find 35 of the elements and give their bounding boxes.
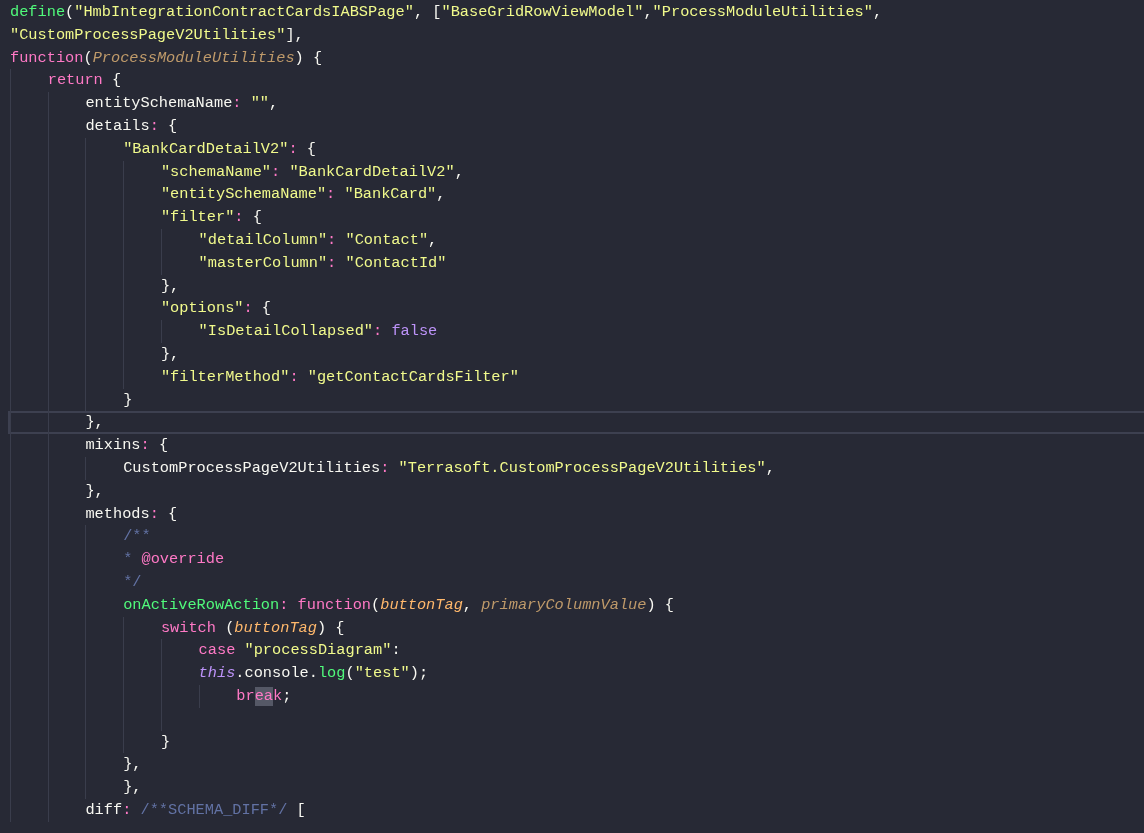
code-line: return {	[8, 69, 1144, 93]
code-line: "schemaName": "BankCardDetailV2",	[8, 160, 1144, 184]
code-line: /**	[8, 525, 1144, 549]
code-line: "BankCardDetailV2": {	[8, 137, 1144, 161]
code-line: "entitySchemaName": "BankCard",	[8, 183, 1144, 207]
code-line: case "processDiagram":	[8, 639, 1144, 663]
code-line: "filterMethod": "getContactCardsFilter"	[8, 365, 1144, 389]
code-line: "detailColumn": "Contact",	[8, 228, 1144, 252]
code-line: * @override	[8, 548, 1144, 571]
code-line: "masterColumn": "ContactId"	[8, 251, 1144, 275]
code-line: },	[8, 753, 1144, 777]
code-line: },	[8, 479, 1144, 503]
code-line: "options": {	[8, 297, 1144, 321]
code-line: mixins: {	[8, 434, 1144, 457]
code-line: onActiveRowAction: function(buttonTag, primaryColumnValue) {	[8, 593, 1144, 617]
code-line: "CustomProcessPageV2Utilities"],	[9, 24, 305, 46]
code-line: switch (buttonTag) {	[8, 616, 1144, 640]
code-line: entitySchemaName: "",	[8, 92, 1144, 115]
code-line: this.console.log("test");	[8, 662, 1144, 685]
code-line: "filter": {	[8, 206, 1144, 229]
code-line: },	[8, 342, 1144, 366]
code-line: details: {	[8, 115, 1144, 138]
code-line: "IsDetailCollapsed": false	[8, 320, 1144, 343]
code-line: }	[8, 388, 1144, 412]
code-line: function(ProcessModuleUtilities) {	[9, 47, 324, 69]
code-line: },	[8, 776, 1144, 799]
code-line: */	[8, 570, 1144, 594]
code-line: }	[8, 730, 1144, 754]
code-line: diff: /**SCHEMA_DIFF*/ [	[8, 798, 1144, 822]
code-line: },	[8, 411, 1144, 435]
code-line: methods: {	[8, 502, 1144, 526]
code-line: CustomProcessPageV2Utilities: "Terrasoft.CustomProcessPageV2Utilities",	[8, 456, 1144, 480]
code-line: break;	[8, 684, 1144, 708]
code-line: },	[8, 274, 1144, 298]
code-line: define("HmbIntegrationContractCardsIABSPage", ["BaseGridRowViewModel","ProcessModuleUtilities",	[9, 2, 884, 23]
